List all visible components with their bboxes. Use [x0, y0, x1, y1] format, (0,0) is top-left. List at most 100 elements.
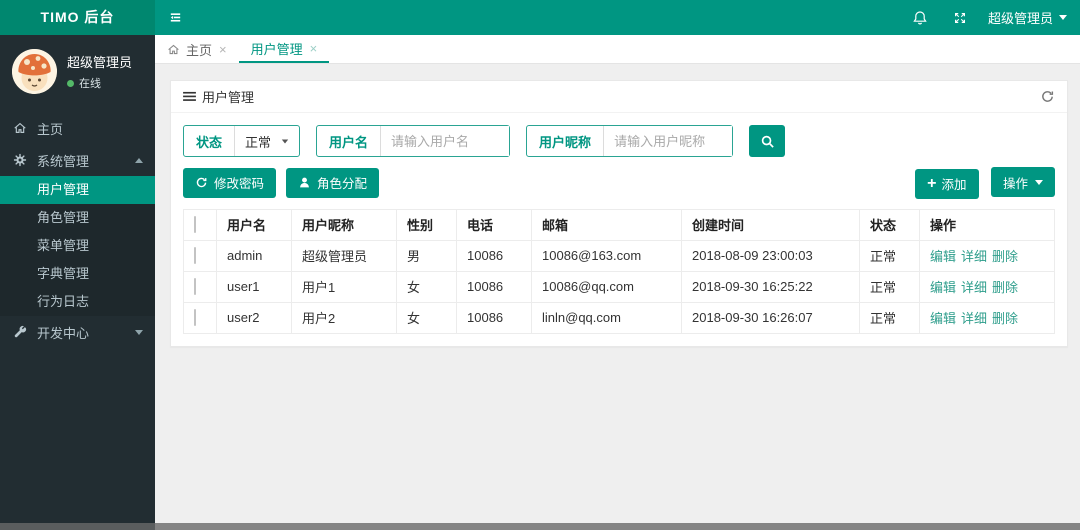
col-actions: 操作 [919, 208, 1055, 241]
cell-created: 2018-09-30 16:26:07 [681, 301, 860, 334]
content-area: 用户管理 状态 正常 用户名 请输入用户名 用户昵称 请输入用户昵称 修改密码 … [155, 64, 1080, 530]
actions-label: 操作 [1002, 176, 1028, 191]
col-username: 用户名 [216, 208, 292, 241]
col-created: 创建时间 [681, 208, 860, 241]
cell-gender: 女 [396, 270, 457, 303]
panel-header: 用户管理 [171, 81, 1067, 113]
add-button[interactable]: + 添加 [915, 168, 979, 199]
cell-phone: 10086 [456, 301, 532, 334]
edit-link[interactable]: 编辑 [930, 249, 956, 264]
sidebar-item-home[interactable]: 主页 [0, 112, 155, 144]
app-window: TIMO 后台 超级管理员 在线 主页 系统管理 用户管理 角色管理 菜单管理 … [0, 0, 1080, 530]
change-password-label: 修改密码 [214, 177, 265, 192]
gear-icon [12, 152, 28, 168]
cell-nickname: 用户2 [291, 301, 397, 334]
panel-body: 状态 正常 用户名 用户昵称 [171, 113, 1067, 346]
sidebar-item-system[interactable]: 系统管理 [0, 144, 155, 176]
refresh-icon[interactable] [1040, 89, 1055, 104]
user-icon [298, 176, 311, 189]
cell-phone: 10086 [456, 239, 532, 272]
detail-link[interactable]: 详细 [961, 311, 987, 326]
chevron-down-icon [281, 139, 289, 143]
table-row: user1 用户1 女 10086 10086@qq.com 2018-09-3… [183, 270, 1055, 303]
col-nickname: 用户昵称 [291, 208, 397, 241]
main-area: 超级管理员 主页 × 用户管理 × 用户管理 状态 正常 用户名 请输入用户名 … [155, 0, 1080, 530]
user-menu-dropdown[interactable]: 超级管理员 [980, 0, 1080, 35]
cell-gender: 女 [396, 301, 457, 334]
assign-roles-button[interactable]: 角色分配 [286, 167, 380, 198]
sidebar-toggle-icon[interactable] [155, 0, 195, 35]
sidebar-item-label: 开发中心 [37, 325, 90, 341]
status-select-value: 正常 [245, 134, 272, 150]
sidebar-item-action-log[interactable]: 行为日志 [0, 288, 155, 316]
list-icon [183, 91, 196, 102]
cell-gender: 男 [396, 239, 457, 272]
user-name: 超级管理员 [67, 55, 133, 70]
cell-created: 2018-08-09 23:00:03 [681, 239, 860, 272]
chevron-up-icon [135, 157, 143, 163]
tab-user-management[interactable]: 用户管理 × [238, 35, 330, 63]
cell-created: 2018-09-30 16:25:22 [681, 270, 860, 303]
detail-link[interactable]: 详细 [961, 249, 987, 264]
col-status: 状态 [859, 208, 920, 241]
sidebar-item-user-mgmt[interactable]: 用户管理 [0, 176, 155, 204]
sidebar-item-dev-center[interactable]: 开发中心 [0, 316, 155, 348]
col-email: 邮箱 [531, 208, 682, 241]
row-checkbox[interactable] [194, 309, 196, 326]
brand-logo[interactable]: TIMO 后台 [0, 0, 155, 35]
search-icon [760, 134, 775, 149]
nickname-input[interactable] [604, 126, 733, 156]
search-button[interactable] [749, 125, 786, 157]
sidebar: TIMO 后台 超级管理员 在线 主页 系统管理 用户管理 角色管理 菜单管理 … [0, 0, 155, 530]
close-icon[interactable]: × [310, 41, 318, 56]
edit-link[interactable]: 编辑 [930, 311, 956, 326]
cell-actions: 编辑 详细 删除 [919, 301, 1055, 334]
username-input[interactable] [381, 126, 510, 156]
user-status: 在线 [67, 75, 132, 91]
assign-roles-label: 角色分配 [317, 177, 368, 192]
username-filter-group: 用户名 [316, 125, 511, 157]
cell-status: 正常 [859, 301, 920, 334]
cell-nickname: 超级管理员 [291, 239, 397, 272]
delete-link[interactable]: 删除 [992, 249, 1018, 264]
status-select[interactable]: 正常 [235, 126, 299, 156]
close-icon[interactable]: × [219, 42, 227, 57]
cell-username: admin [216, 239, 292, 272]
filter-bar: 状态 正常 用户名 用户昵称 [183, 125, 1055, 157]
cell-nickname: 用户1 [291, 270, 397, 303]
delete-link[interactable]: 删除 [992, 311, 1018, 326]
table-header-row: 用户名 用户昵称 性别 电话 邮箱 创建时间 状态 操作 [183, 208, 1055, 241]
online-dot-icon [67, 79, 74, 87]
tab-home[interactable]: 主页 × [155, 35, 239, 63]
tab-label: 用户管理 [250, 41, 303, 57]
sidebar-item-menu-mgmt[interactable]: 菜单管理 [0, 232, 155, 260]
user-info: 超级管理员 在线 [67, 52, 132, 91]
brand-text: TIMO 后台 [40, 9, 115, 25]
row-checkbox[interactable] [194, 278, 196, 295]
tabbar: 主页 × 用户管理 × [155, 35, 1080, 64]
fullscreen-icon[interactable] [940, 0, 980, 35]
status-filter-group: 状态 正常 [183, 125, 301, 157]
cell-status: 正常 [859, 270, 920, 303]
horizontal-scrollbar[interactable] [0, 523, 1080, 530]
sidebar-item-dict-mgmt[interactable]: 字典管理 [0, 260, 155, 288]
topbar: 超级管理员 [155, 0, 1080, 35]
user-panel: 超级管理员 在线 [0, 35, 155, 106]
nickname-label: 用户昵称 [527, 126, 605, 156]
select-all-checkbox[interactable] [194, 216, 196, 233]
edit-link[interactable]: 编辑 [930, 280, 956, 295]
actions-dropdown-button[interactable]: 操作 [990, 167, 1055, 197]
sidebar-item-label: 主页 [37, 121, 64, 137]
col-phone: 电话 [456, 208, 532, 241]
sidebar-item-role-mgmt[interactable]: 角色管理 [0, 204, 155, 232]
cell-email: 10086@qq.com [531, 270, 682, 303]
user-management-panel: 用户管理 状态 正常 用户名 请输入用户名 用户昵称 请输入用户昵称 修改密码 … [170, 80, 1068, 347]
cell-username: user1 [216, 270, 292, 303]
change-password-button[interactable]: 修改密码 [183, 167, 277, 198]
delete-link[interactable]: 删除 [992, 280, 1018, 295]
row-checkbox[interactable] [194, 247, 196, 264]
detail-link[interactable]: 详细 [961, 280, 987, 295]
bell-icon[interactable] [900, 0, 940, 35]
chevron-down-icon [135, 329, 143, 335]
toolbar: 修改密码 角色分配 + 添加 操作 [183, 167, 1055, 199]
